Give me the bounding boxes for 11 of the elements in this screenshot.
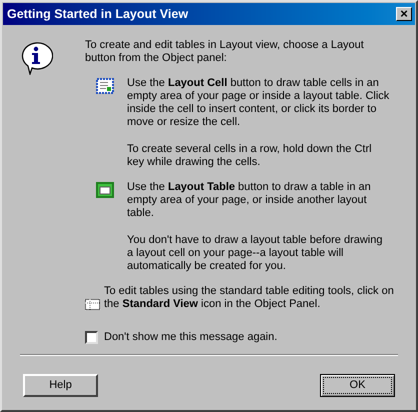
checkbox-label: Don't show me this message again. bbox=[104, 331, 278, 344]
window-title: Getting Started in Layout View bbox=[7, 8, 188, 20]
note-text: To create several cells in a row, hold down the Ctrl key while drawing the cells. bbox=[127, 143, 373, 169]
intro-text: To create and edit tables in Layout view, choose a Layout button from the Object panel: bbox=[85, 39, 365, 65]
standard-view-text: To edit tables using the standard table editing tools, click on the Standard View icon in the Object Panel. bbox=[104, 285, 394, 310]
note-text: You don't have to draw a layout table before drawing a layout cell on your page--a layout table will automatically be created for you. bbox=[127, 234, 384, 273]
close-button[interactable]: × bbox=[396, 7, 412, 21]
help-button[interactable]: Help bbox=[23, 374, 98, 397]
instruction-text: Use the Layout Table button to draw a table in an empty area of your page, or inside another layout table. bbox=[127, 181, 372, 220]
instruction-text: Use the Layout Cell button to draw table cells in an empty area of your page or inside a layout table. Click inside the cell to insert content, or click its border to move or resize the cell. bbox=[127, 77, 390, 129]
ok-button[interactable]: OK bbox=[320, 374, 395, 397]
